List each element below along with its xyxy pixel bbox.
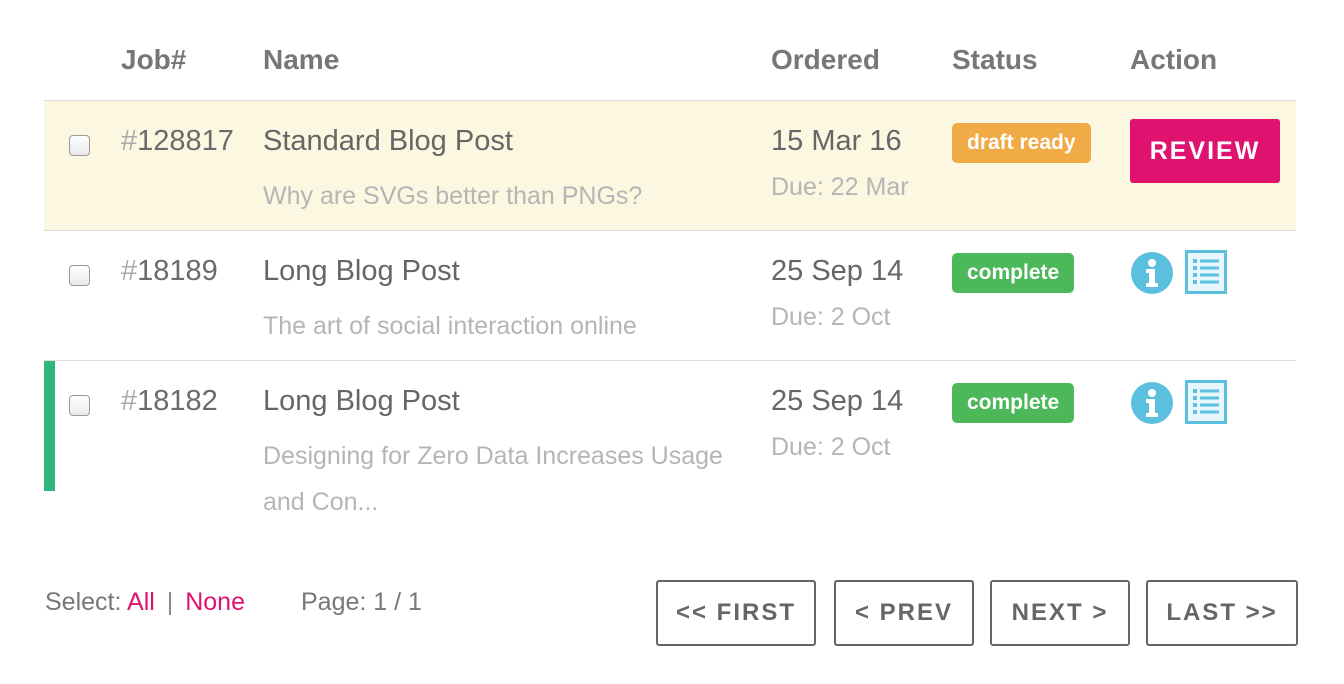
table-row: #18182 Long Blog Post Designing for Zero… [44,360,1296,516]
next-page-button[interactable]: NEXT > [990,580,1130,646]
job-name[interactable]: Long Blog Post [263,255,460,288]
ordered-date: 15 Mar 16 [771,125,902,157]
job-subtitle: The art of social interaction online [263,312,637,340]
job-number: #18189 [121,255,218,287]
job-number: #18182 [121,385,218,417]
ordered-date: 25 Sep 14 [771,255,904,287]
info-icon[interactable] [1131,252,1173,294]
column-header-action: Action [1130,44,1218,75]
select-all-link[interactable]: All [127,588,155,616]
job-name[interactable]: Standard Blog Post [263,125,513,158]
due-date: Due: 2 Oct [771,303,891,331]
first-page-button[interactable]: << FIRST [656,580,816,646]
list-icon[interactable] [1185,380,1227,424]
info-icon[interactable] [1131,382,1173,424]
table-header: Job# Name Ordered Status Action [44,40,1296,100]
job-subtitle: Why are SVGs better than PNGs? [263,182,643,210]
list-icon[interactable] [1185,250,1227,294]
select-controls: Select: All | None [45,588,245,617]
page-indicator: Page: 1 / 1 [301,588,422,616]
select-none-link[interactable]: None [185,588,245,616]
row-checkbox[interactable] [69,395,90,416]
row-checkbox[interactable] [69,265,90,286]
job-subtitle: Designing for Zero Data Increases Usage … [263,442,723,516]
status-badge: complete [952,253,1075,293]
job-number: #128817 [121,125,234,157]
review-button[interactable]: REVIEW [1130,119,1280,183]
select-separator: | [166,588,174,616]
status-badge: complete [952,383,1075,423]
column-header-ordered: Ordered [771,44,880,75]
job-name[interactable]: Long Blog Post [263,385,460,418]
status-badge: draft ready [952,123,1091,163]
column-header-job: Job# [121,44,187,75]
last-page-button[interactable]: LAST >> [1146,580,1298,646]
column-header-status: Status [952,44,1038,75]
table-row: #128817 Standard Blog Post Why are SVGs … [44,100,1296,230]
prev-page-button[interactable]: < PREV [834,580,974,646]
table-row: #18189 Long Blog Post The art of social … [44,230,1296,360]
row-marker [44,361,55,491]
due-date: Due: 22 Mar [771,173,909,201]
ordered-date: 25 Sep 14 [771,385,904,417]
column-header-name: Name [263,44,340,75]
due-date: Due: 2 Oct [771,433,891,461]
row-checkbox[interactable] [69,135,90,156]
select-label: Select: [45,588,122,616]
